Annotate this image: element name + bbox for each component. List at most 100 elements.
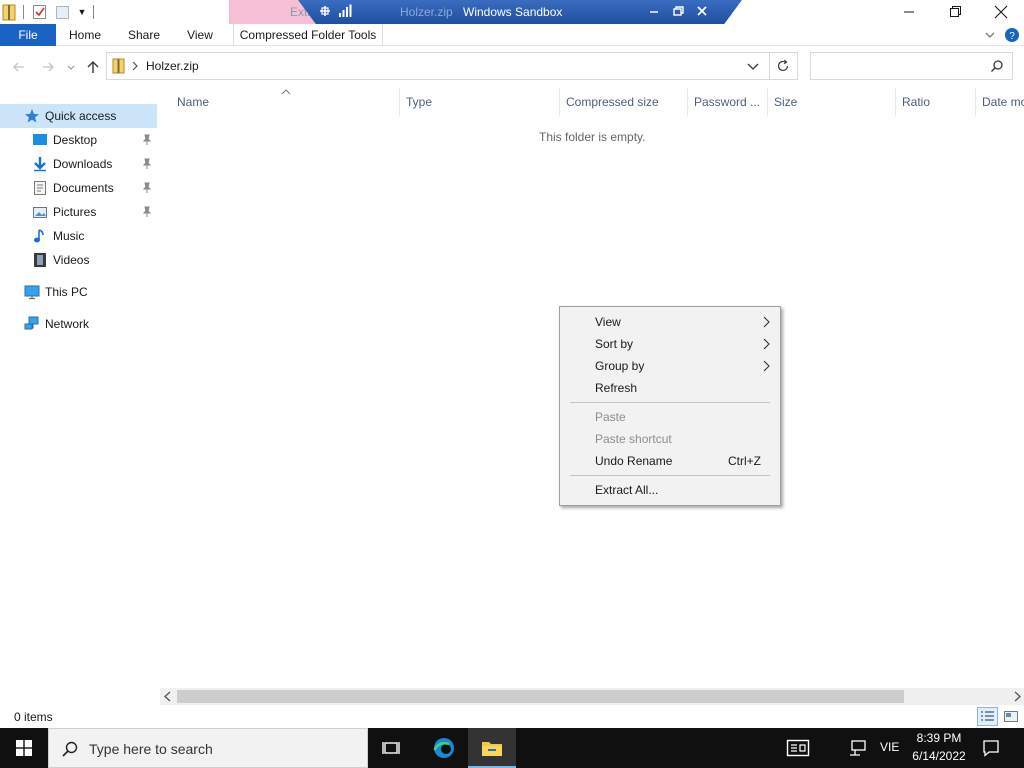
- menu-item-extract-all[interactable]: Extract All...: [562, 479, 778, 501]
- refresh-button[interactable]: [770, 52, 798, 80]
- sidebar-item-label: Music: [53, 229, 85, 243]
- chevron-right-icon: [763, 360, 770, 372]
- chevron-down-icon[interactable]: [746, 59, 760, 73]
- clock-time[interactable]: 8:39 PM: [905, 731, 973, 745]
- scrollbar-thumb[interactable]: [177, 690, 904, 703]
- chevron-right-icon: [763, 316, 770, 328]
- sidebar-item-this-pc[interactable]: This PC: [0, 280, 157, 304]
- sandbox-minimize-icon[interactable]: [646, 3, 662, 19]
- menu-item-refresh[interactable]: Refresh: [562, 377, 778, 399]
- connection-signal-icon: [339, 4, 352, 17]
- pin-icon[interactable]: [141, 158, 153, 170]
- menu-separator: [570, 402, 770, 403]
- menu-item-label: Refresh: [595, 381, 638, 395]
- menu-item-label: Paste: [595, 410, 626, 424]
- sidebar-item-music[interactable]: Music: [0, 224, 157, 248]
- horizontal-scrollbar[interactable]: [160, 688, 1024, 705]
- search-box[interactable]: [810, 52, 1013, 80]
- tab-file[interactable]: File: [0, 24, 56, 46]
- sandbox-restore-icon[interactable]: [670, 3, 686, 19]
- sidebar-item-label: Downloads: [53, 157, 113, 171]
- taskbar-edge-button[interactable]: [420, 728, 468, 768]
- properties-icon[interactable]: [32, 3, 48, 21]
- column-header-type[interactable]: Type: [400, 88, 560, 116]
- address-bar[interactable]: Holzer.zip: [106, 52, 770, 80]
- sidebar-item-network[interactable]: Network: [0, 312, 157, 336]
- quick-access-separator: [93, 5, 94, 19]
- sidebar-item-pictures[interactable]: Pictures: [0, 200, 157, 224]
- column-header-date-modified[interactable]: Date mo: [976, 88, 1024, 116]
- new-folder-icon[interactable]: [55, 3, 71, 21]
- sandbox-close-icon[interactable]: [694, 3, 710, 19]
- network-icon: [24, 316, 39, 330]
- restore-icon[interactable]: [932, 0, 978, 24]
- column-header-compressed-size[interactable]: Compressed size: [560, 88, 688, 116]
- chevron-right-icon[interactable]: [131, 59, 139, 73]
- refresh-icon: [777, 59, 789, 72]
- tab-compressed-folder-tools[interactable]: Compressed Folder Tools: [233, 24, 383, 46]
- input-language-indicator[interactable]: VIE: [880, 740, 899, 754]
- taskbar-search-box[interactable]: Type here to search: [48, 728, 368, 768]
- chevron-right-icon: [763, 338, 770, 350]
- pin-icon[interactable]: [141, 206, 153, 218]
- large-icons-view-button[interactable]: [1002, 708, 1020, 725]
- sidebar-item-label: Documents: [53, 181, 114, 195]
- menu-item-view[interactable]: View: [562, 311, 778, 333]
- column-header-ratio[interactable]: Ratio: [896, 88, 976, 116]
- sidebar-item-documents[interactable]: Documents: [0, 176, 157, 200]
- start-button[interactable]: [0, 728, 48, 768]
- minimize-icon[interactable]: [886, 0, 932, 24]
- ribbon-tabs: File Home Share View Compressed Folder T…: [0, 24, 1024, 46]
- customize-quick-access-dropdown-icon[interactable]: ▼: [75, 4, 89, 20]
- scroll-right-icon[interactable]: [1012, 691, 1022, 702]
- menu-item-undo-rename[interactable]: Undo Rename Ctrl+Z: [562, 450, 778, 472]
- back-arrow-icon[interactable]: [11, 59, 27, 75]
- menu-item-label: View: [595, 315, 621, 329]
- network-status-icon[interactable]: [849, 739, 867, 757]
- download-arrow-icon: [34, 157, 46, 172]
- tab-home[interactable]: Home: [62, 24, 108, 46]
- menu-item-sort-by[interactable]: Sort by: [562, 333, 778, 355]
- task-view-icon: [382, 742, 400, 754]
- pin-icon[interactable]: [141, 134, 153, 146]
- sidebar-item-downloads[interactable]: Downloads: [0, 152, 157, 176]
- chevron-down-icon[interactable]: [983, 28, 997, 42]
- menu-item-label: Paste shortcut: [595, 432, 672, 446]
- up-arrow-icon[interactable]: [85, 59, 101, 75]
- clock-date[interactable]: 6/14/2022: [905, 749, 973, 763]
- sidebar-item-videos[interactable]: Videos: [0, 248, 157, 272]
- column-header-password[interactable]: Password ...: [688, 88, 768, 116]
- context-menu: View Sort by Group by Refresh Paste Past…: [559, 306, 781, 506]
- address-path[interactable]: Holzer.zip: [146, 59, 199, 73]
- search-icon[interactable]: [990, 59, 1004, 73]
- search-input[interactable]: [815, 56, 985, 76]
- zip-folder-icon: [2, 4, 16, 21]
- scroll-left-icon[interactable]: [163, 691, 173, 702]
- notification-center-icon[interactable]: [982, 739, 1000, 757]
- sidebar-item-quick-access[interactable]: Quick access: [0, 104, 157, 128]
- forward-arrow-icon[interactable]: [40, 59, 56, 75]
- quick-access-separator: [23, 5, 24, 19]
- tab-share[interactable]: Share: [122, 24, 166, 46]
- menu-item-shortcut: Ctrl+Z: [728, 454, 761, 468]
- pin-icon[interactable]: [318, 4, 332, 18]
- close-icon[interactable]: [978, 0, 1024, 24]
- help-icon[interactable]: ?: [1004, 27, 1020, 43]
- column-header-size[interactable]: Size: [768, 88, 896, 116]
- folder-icon: [482, 742, 502, 756]
- picture-icon: [33, 207, 47, 218]
- task-view-button[interactable]: [368, 728, 416, 768]
- menu-separator: [570, 475, 770, 476]
- taskbar-file-explorer-button[interactable]: [468, 728, 516, 768]
- news-and-interests-icon[interactable]: [786, 738, 810, 758]
- menu-item-group-by[interactable]: Group by: [562, 355, 778, 377]
- sandbox-title: Windows Sandbox: [463, 5, 563, 19]
- sidebar-item-desktop[interactable]: Desktop: [0, 128, 157, 152]
- tab-view[interactable]: View: [180, 24, 220, 46]
- details-view-button[interactable]: [977, 707, 998, 726]
- windows-sandbox-title-bar[interactable]: Holzer.zip Windows Sandbox: [298, 0, 742, 24]
- svg-text:?: ?: [1009, 31, 1015, 42]
- document-icon: [34, 181, 46, 195]
- recent-locations-chevron-icon[interactable]: [66, 59, 76, 75]
- pin-icon[interactable]: [141, 182, 153, 194]
